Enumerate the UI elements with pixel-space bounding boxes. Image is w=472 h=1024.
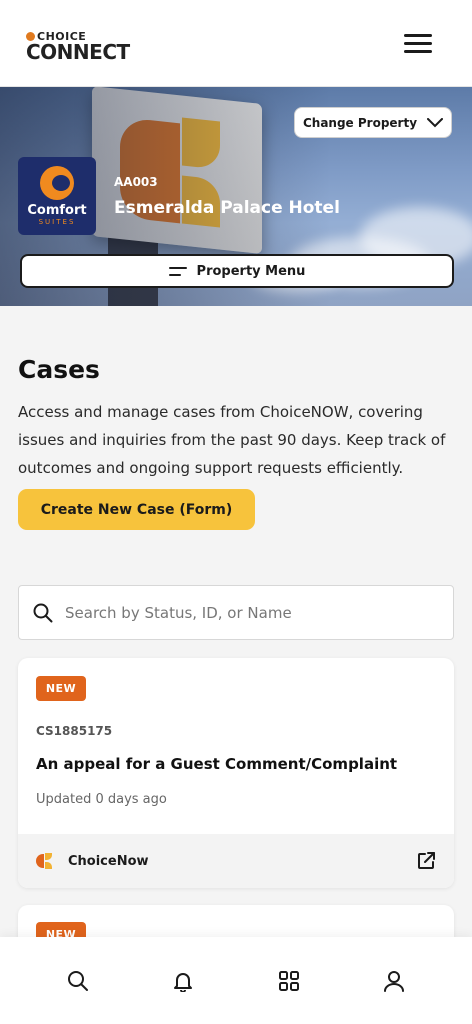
brand-name: Comfort: [27, 202, 87, 218]
bell-icon: [174, 972, 193, 992]
property-menu-button[interactable]: Property Menu: [20, 254, 454, 288]
property-menu-label: Property Menu: [196, 263, 306, 279]
choicenow-icon: [36, 852, 54, 870]
menu-lines-icon: [168, 266, 187, 276]
page-title: Cases: [18, 355, 100, 384]
change-property-label: Change Property: [302, 115, 418, 130]
change-property-button[interactable]: Change Property: [294, 107, 452, 138]
top-bar: CHOICE CONNECT: [0, 0, 472, 87]
nav-apps[interactable]: [264, 956, 314, 1006]
brand-logo-tile: Comfort SUITES: [18, 157, 96, 235]
nav-search[interactable]: [53, 956, 103, 1006]
search-box: [18, 585, 454, 640]
case-source: ChoiceNow: [68, 853, 149, 869]
search-input[interactable]: [65, 603, 425, 622]
create-new-case-button[interactable]: Create New Case (Form): [18, 489, 255, 530]
search-icon: [33, 603, 53, 622]
external-link-icon[interactable]: [416, 851, 436, 871]
property-name: Esmeralda Palace Hotel: [114, 198, 340, 218]
brand-sub: SUITES: [38, 217, 76, 226]
hamburger-menu-icon[interactable]: [404, 34, 432, 54]
status-badge: NEW: [36, 676, 86, 701]
case-card[interactable]: NEW CS1885175 An appeal for a Guest Comm…: [18, 658, 454, 888]
nav-notifications[interactable]: [158, 956, 208, 1006]
nav-profile[interactable]: [369, 956, 419, 1006]
chevron-down-icon: [427, 117, 444, 127]
bottom-nav: [0, 937, 472, 1024]
case-id: CS1885175: [36, 724, 113, 738]
comfort-c-icon: [40, 165, 74, 200]
page-description: Access and manage cases from ChoiceNOW, …: [18, 403, 446, 477]
property-code: AA003: [114, 175, 158, 189]
case-source-row: ChoiceNow: [18, 834, 454, 888]
choice-connect-logo[interactable]: CHOICE CONNECT: [26, 30, 130, 62]
case-title: An appeal for a Guest Comment/Complaint: [36, 755, 398, 773]
logo-main-text: CONNECT: [26, 40, 130, 64]
grid-icon: [278, 970, 299, 991]
user-icon: [384, 970, 405, 992]
property-hero: Comfort SUITES AA003 Esmeralda Palace Ho…: [0, 87, 472, 306]
search-icon: [67, 970, 88, 991]
case-updated: Updated 0 days ago: [36, 792, 167, 807]
